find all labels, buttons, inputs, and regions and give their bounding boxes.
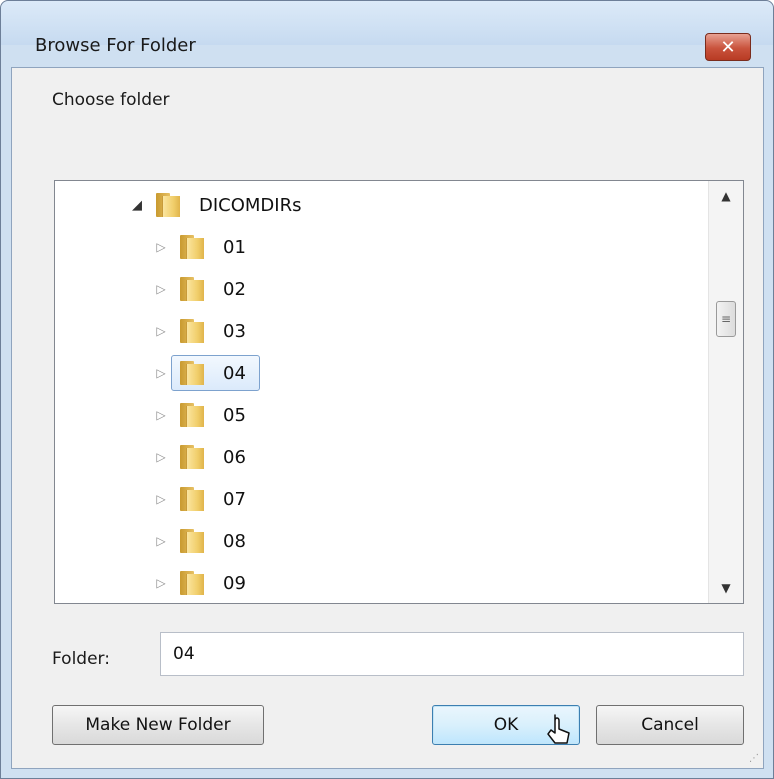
expand-arrow-icon[interactable]: ▷ [151, 240, 171, 254]
tree-item[interactable]: ▷ 04 [151, 355, 260, 391]
tree-item-content[interactable]: 05 [171, 397, 260, 433]
close-button[interactable]: ✕ [705, 33, 751, 61]
tree-item-label: 04 [223, 362, 246, 384]
expand-arrow-icon[interactable]: ▷ [151, 408, 171, 422]
cancel-label: Cancel [641, 715, 699, 735]
close-icon: ✕ [720, 36, 736, 58]
tree-item-label: 03 [223, 320, 246, 342]
scroll-down-button[interactable]: ▼ [709, 573, 743, 603]
folder-icon [178, 235, 204, 259]
folder-icon [178, 277, 204, 301]
up-arrow-icon: ▲ [721, 189, 731, 203]
folder-icon [178, 319, 204, 343]
vertical-scrollbar[interactable]: ▲ ≡ ▼ [708, 181, 743, 603]
tree-item[interactable]: ▷ 02 [151, 271, 260, 307]
mouse-pointer-icon [547, 714, 570, 744]
folder-input[interactable] [160, 632, 744, 676]
tree-item[interactable]: ▷ 09 [151, 565, 260, 601]
tree-item-content[interactable]: 03 [171, 313, 260, 349]
make-new-folder-button[interactable]: Make New Folder [52, 705, 264, 745]
folder-icon [178, 571, 204, 595]
tree-item[interactable]: ▷ 05 [151, 397, 260, 433]
tree-item-label: 05 [223, 404, 246, 426]
scroll-up-button[interactable]: ▲ [709, 181, 743, 211]
tree-item-label: DICOMDIRs [199, 194, 302, 216]
grip-icon: ≡ [720, 312, 732, 326]
expand-arrow-icon[interactable]: ▷ [151, 534, 171, 548]
expand-arrow-icon[interactable]: ▷ [151, 450, 171, 464]
tree-item-label: 09 [223, 572, 246, 594]
folder-icon [178, 361, 204, 385]
folder-tree[interactable]: ◢ DICOMDIRs ▷ 01 ▷ 02 ▷ 03 ▷ 04 ▷ 05 ▷ 06 ▷ 07 ▷ 08 ▷ 09 ▲ … [54, 180, 744, 604]
ok-label: OK [493, 715, 519, 735]
tree-item[interactable]: ▷ 06 [151, 439, 260, 475]
expand-arrow-icon[interactable]: ▷ [151, 324, 171, 338]
choose-folder-prompt: Choose folder [52, 90, 170, 110]
tree-item-content[interactable]: 01 [171, 229, 260, 265]
tree-item-content[interactable]: 07 [171, 481, 260, 517]
tree-item-label: 07 [223, 488, 246, 510]
expand-arrow-icon[interactable]: ▷ [151, 576, 171, 590]
folder-icon [178, 445, 204, 469]
tree-item[interactable]: ▷ 07 [151, 481, 260, 517]
make-new-folder-label: Make New Folder [85, 715, 231, 735]
title-bar[interactable]: Browse For Folder ✕ [1, 1, 773, 61]
expand-arrow-icon[interactable]: ▷ [151, 366, 171, 380]
folder-icon [178, 529, 204, 553]
collapse-arrow-icon[interactable]: ◢ [127, 198, 147, 213]
expand-arrow-icon[interactable]: ▷ [151, 282, 171, 296]
tree-item[interactable]: ▷ 08 [151, 523, 260, 559]
window-title: Browse For Folder [35, 35, 196, 56]
tree-item[interactable]: ▷ 01 [151, 229, 260, 265]
expand-arrow-icon[interactable]: ▷ [151, 492, 171, 506]
folder-icon [178, 403, 204, 427]
tree-item-content[interactable]: 08 [171, 523, 260, 559]
folder-icon [178, 487, 204, 511]
tree-item[interactable]: ◢ DICOMDIRs [127, 187, 316, 223]
dialog-client-area: Choose folder ◢ DICOMDIRs ▷ 01 ▷ 02 ▷ 03 ▷ 04 ▷ 05 ▷… [11, 67, 764, 769]
tree-item-content[interactable]: 09 [171, 565, 260, 601]
tree-item-content[interactable]: 06 [171, 439, 260, 475]
tree-item-label: 02 [223, 278, 246, 300]
browse-for-folder-dialog: Browse For Folder ✕ Choose folder ◢ DICOM… [0, 0, 774, 779]
down-arrow-icon: ▼ [721, 581, 731, 595]
folder-icon [154, 193, 180, 217]
resize-grip-icon[interactable]: ⋰ [749, 753, 759, 764]
tree-item-label: 08 [223, 530, 246, 552]
tree-item[interactable]: ▷ 03 [151, 313, 260, 349]
scroll-thumb[interactable]: ≡ [716, 301, 736, 337]
tree-item-content[interactable]: DICOMDIRs [147, 187, 316, 223]
tree-item-content[interactable]: 02 [171, 271, 260, 307]
tree-item-content[interactable]: 04 [171, 355, 260, 391]
tree-item-label: 01 [223, 236, 246, 258]
cancel-button[interactable]: Cancel [596, 705, 744, 745]
tree-item-label: 06 [223, 446, 246, 468]
folder-field-label: Folder: [52, 649, 110, 669]
